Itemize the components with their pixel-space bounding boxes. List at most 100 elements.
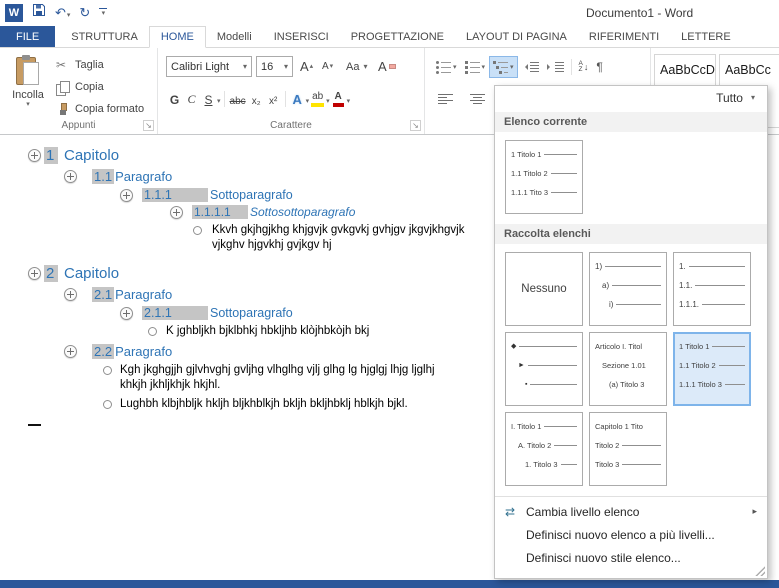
bullet-glyph: ▪ bbox=[525, 380, 528, 388]
list-style-none[interactable]: Nessuno bbox=[505, 252, 583, 326]
heading-text: Capitolo bbox=[64, 147, 120, 164]
outline-bullet-icon[interactable] bbox=[103, 366, 112, 375]
italic-button[interactable]: C bbox=[183, 88, 200, 110]
font-size-combo[interactable]: 16 ▾ bbox=[256, 56, 293, 77]
paste-button[interactable]: Incolla ▾ bbox=[5, 53, 51, 123]
outline-expand-icon[interactable] bbox=[120, 188, 133, 202]
tab-layout-di-pagina[interactable]: LAYOUT DI PAGINA bbox=[455, 26, 578, 47]
preview-line: 1 Titolo 1 bbox=[511, 149, 542, 159]
undo-button[interactable]: ↶ ▾ bbox=[55, 6, 70, 19]
align-center-button[interactable] bbox=[466, 88, 489, 110]
outline-expand-icon[interactable] bbox=[28, 267, 41, 280]
text-effects-button[interactable]: A bbox=[289, 88, 306, 110]
gallery-filter-arrow-icon: ▾ bbox=[750, 93, 755, 102]
numbered-list-button[interactable]: ▾ bbox=[461, 56, 490, 78]
paste-label: Incolla bbox=[12, 89, 44, 101]
list-style-titolo-numbered-selected[interactable]: 1 Titolo 1 1.1 Titolo 2 1.1.1 Titolo 3 bbox=[673, 332, 751, 406]
tab-inserisci[interactable]: INSERISCI bbox=[263, 26, 340, 47]
underline-button[interactable]: S bbox=[200, 88, 217, 110]
menu-item-define-new-list-style[interactable]: Definisci nuovo stile elenco... bbox=[495, 546, 767, 569]
cut-button[interactable]: ✂ Taglia bbox=[56, 55, 104, 75]
outline-expand-icon[interactable] bbox=[64, 170, 77, 183]
tab-home[interactable]: HOME bbox=[148, 26, 206, 48]
underline-letter: S bbox=[204, 93, 213, 107]
outline-expand-icon[interactable] bbox=[64, 288, 77, 301]
text-effects-letter: A bbox=[292, 92, 302, 107]
multilevel-list-arrow-icon: ▾ bbox=[510, 63, 514, 71]
copy-button[interactable]: Copia bbox=[56, 77, 104, 97]
menu-item-change-list-level[interactable]: ⇄ Cambia livello elenco ▸ bbox=[495, 500, 767, 523]
tab-struttura[interactable]: STRUTTURA bbox=[60, 26, 149, 47]
tab-modelli[interactable]: Modelli bbox=[206, 26, 263, 47]
increase-indent-button[interactable] bbox=[543, 56, 568, 78]
font-name-combo[interactable]: Calibri Light ▾ bbox=[166, 56, 252, 77]
superscript-button[interactable]: x² bbox=[265, 88, 282, 110]
outline-expand-icon[interactable] bbox=[170, 205, 183, 219]
font-group: Calibri Light ▾ 16 ▾ A ▴ A ▾ Aa ▾ A G C … bbox=[158, 48, 425, 134]
highlight-label: ab bbox=[312, 91, 324, 102]
clipboard-dialog-launcher[interactable]: ↘ bbox=[143, 120, 154, 131]
sort-button[interactable]: AZ ↓ bbox=[575, 56, 593, 78]
list-style-capitolo[interactable]: Capitolo 1 Tito Titolo 2 Titolo 3 bbox=[589, 412, 667, 486]
font-toggles-row: G C S ▾ abc x₂ x² A ▾ ab ▾ A ▾ bbox=[166, 88, 350, 110]
list-style-articolo[interactable]: Articolo I. Titol Sezione 1.01 (a) Titol… bbox=[589, 332, 667, 406]
list-style-bullets[interactable]: ◆ ► ▪ bbox=[505, 332, 583, 406]
list-style-number-paren[interactable]: 1) a) i) bbox=[589, 252, 667, 326]
list-style-roman[interactable]: I. Titolo 1 A. Titolo 2 1. Titolo 3 bbox=[505, 412, 583, 486]
tab-file[interactable]: FILE bbox=[0, 26, 56, 47]
bold-button[interactable]: G bbox=[166, 88, 183, 110]
tab-lettere[interactable]: LETTERE bbox=[670, 26, 742, 47]
outline-bullet-icon[interactable] bbox=[148, 327, 157, 336]
paste-dropdown-arrow-icon[interactable]: ▾ bbox=[26, 101, 30, 108]
menu-item-define-new-multilevel-list[interactable]: Definisci nuovo elenco a più livelli... bbox=[495, 523, 767, 546]
undo-icon: ↶ bbox=[55, 5, 66, 20]
outline-bullet-icon[interactable] bbox=[103, 400, 112, 409]
list-style-number-dot[interactable]: 1. 1.1. 1.1.1. bbox=[673, 252, 751, 326]
tab-riferimenti[interactable]: RIFERIMENTI bbox=[578, 26, 670, 47]
copy-icon bbox=[56, 80, 70, 96]
outline-bullet-icon[interactable] bbox=[193, 226, 202, 235]
body-line: Kgh jkghgjjh gjlvhvghj gvljhg vlhglhg vj… bbox=[120, 364, 435, 376]
decrease-indent-button[interactable] bbox=[518, 56, 543, 78]
list-library-grid: Nessuno 1) a) i) 1. 1.1. 1.1.1. ◆ ► ▪ Ar… bbox=[495, 244, 767, 492]
align-left-button[interactable] bbox=[434, 88, 457, 110]
change-case-button[interactable]: Aa ▾ bbox=[346, 56, 367, 77]
gallery-filter-button[interactable]: Tutto ▾ bbox=[716, 91, 755, 105]
current-list-preview[interactable]: 1 Titolo 1 1.1 Titolo 2 1.1.1 Tito 3 bbox=[505, 140, 583, 214]
menu-item-label: Definisci nuovo stile elenco... bbox=[526, 550, 681, 565]
highlight-button[interactable]: ab bbox=[309, 88, 326, 110]
shrink-arrow-icon: ▾ bbox=[329, 63, 334, 70]
format-painter-button[interactable]: Copia formato bbox=[56, 99, 144, 119]
tab-progettazione[interactable]: PROGETTAZIONE bbox=[340, 26, 455, 47]
grow-font-button[interactable]: A ▴ bbox=[300, 56, 313, 77]
clear-formatting-button[interactable]: A bbox=[378, 56, 396, 77]
outline-expand-icon[interactable] bbox=[120, 306, 133, 320]
copy-label: Copia bbox=[75, 81, 104, 93]
shrink-font-button[interactable]: A ▾ bbox=[322, 56, 333, 77]
clipboard-icon bbox=[16, 55, 40, 87]
clipboard-group-label: Appunti bbox=[61, 120, 96, 131]
outline-expand-icon[interactable] bbox=[28, 149, 41, 162]
bullet-list-arrow-icon: ▾ bbox=[453, 63, 457, 71]
bullet-list-button[interactable]: ▾ bbox=[432, 56, 461, 78]
style-preview: AaBbCcDc bbox=[660, 63, 716, 77]
show-paragraph-marks-button[interactable]: ¶ bbox=[592, 56, 606, 78]
font-color-bar bbox=[332, 103, 344, 107]
word-logo-icon[interactable]: W bbox=[5, 3, 23, 22]
customize-qat-button[interactable]: ▾ bbox=[99, 8, 108, 17]
multilevel-list-button[interactable]: ▾ bbox=[489, 56, 518, 78]
undo-dropdown-arrow-icon[interactable]: ▾ bbox=[67, 12, 71, 19]
outline-expand-icon[interactable] bbox=[64, 345, 77, 358]
align-left-icon bbox=[438, 94, 453, 104]
save-button[interactable] bbox=[32, 3, 46, 22]
increase-indent-icon bbox=[546, 62, 564, 72]
font-dialog-launcher[interactable]: ↘ bbox=[410, 120, 421, 131]
underline-arrow-icon[interactable]: ▾ bbox=[217, 98, 221, 110]
font-color-arrow-icon[interactable]: ▾ bbox=[347, 98, 351, 110]
scissors-icon: ✂ bbox=[56, 58, 67, 72]
redo-button[interactable]: ↻ bbox=[79, 6, 90, 19]
font-color-button[interactable]: A bbox=[330, 88, 347, 110]
save-floppy-icon bbox=[33, 4, 45, 16]
strikethrough-button[interactable]: abc bbox=[228, 88, 248, 110]
subscript-button[interactable]: x₂ bbox=[248, 88, 265, 110]
